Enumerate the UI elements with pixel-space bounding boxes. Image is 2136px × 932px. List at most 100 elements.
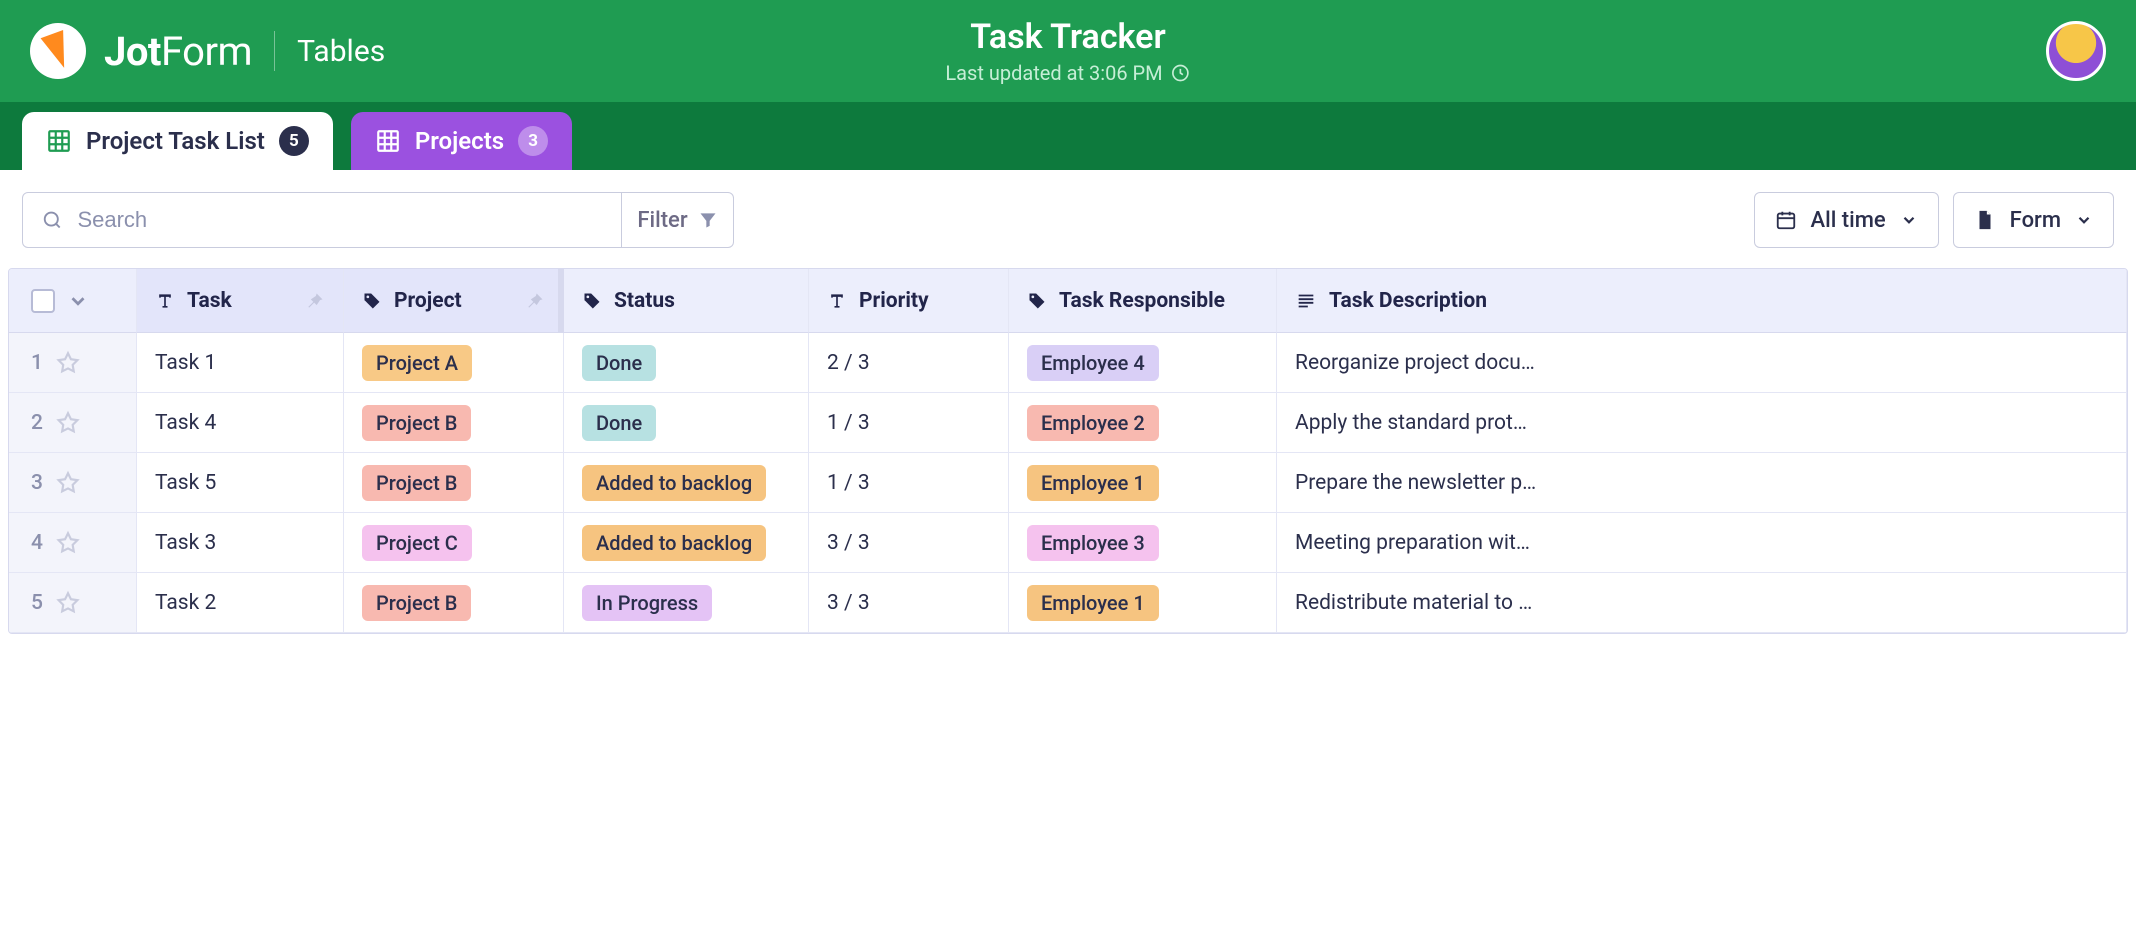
- project-cell[interactable]: Project C: [344, 513, 564, 573]
- row-index-cell[interactable]: 1: [9, 333, 137, 393]
- tag[interactable]: Employee 1: [1027, 465, 1159, 501]
- select-all-checkbox[interactable]: [31, 289, 55, 313]
- pencil-icon: [30, 23, 86, 79]
- tab-projects[interactable]: Projects 3: [351, 112, 572, 170]
- project-cell[interactable]: Project B: [344, 573, 564, 633]
- project-cell[interactable]: Project A: [344, 333, 564, 393]
- pin-icon[interactable]: [305, 291, 325, 311]
- tag[interactable]: Done: [582, 345, 656, 381]
- tab-badge: 5: [279, 126, 309, 156]
- column-header-project[interactable]: Project: [344, 269, 564, 333]
- project-cell[interactable]: Project B: [344, 393, 564, 453]
- task-cell[interactable]: Task 5: [137, 453, 344, 513]
- product-label[interactable]: Tables: [297, 34, 385, 69]
- table-row[interactable]: 3 Task 5 Project B Added to backlog 1 / …: [9, 453, 2127, 513]
- tag-icon: [582, 291, 602, 311]
- divider: [274, 31, 275, 71]
- tab-label: Project Task List: [86, 127, 265, 155]
- chevron-down-icon[interactable]: [67, 290, 89, 312]
- description-cell[interactable]: Reorganize project docu…: [1277, 333, 2127, 393]
- pin-icon[interactable]: [525, 291, 545, 311]
- filter-button[interactable]: Filter: [622, 192, 734, 248]
- status-cell[interactable]: Added to backlog: [564, 513, 809, 573]
- tag[interactable]: Employee 4: [1027, 345, 1159, 381]
- row-index-cell[interactable]: 4: [9, 513, 137, 573]
- form-button[interactable]: Form: [1953, 192, 2114, 248]
- column-header-status[interactable]: Status: [564, 269, 809, 333]
- search-input[interactable]: [77, 207, 603, 233]
- description-cell[interactable]: Apply the standard prot…: [1277, 393, 2127, 453]
- tag[interactable]: Done: [582, 405, 656, 441]
- tag[interactable]: Project B: [362, 585, 471, 621]
- status-cell[interactable]: In Progress: [564, 573, 809, 633]
- star-icon[interactable]: [55, 530, 81, 556]
- select-all-cell[interactable]: [9, 269, 137, 333]
- calendar-icon: [1775, 209, 1797, 231]
- funnel-icon: [698, 210, 718, 230]
- tag[interactable]: Project B: [362, 405, 471, 441]
- task-cell[interactable]: Task 2: [137, 573, 344, 633]
- responsible-cell[interactable]: Employee 1: [1009, 453, 1277, 513]
- responsible-cell[interactable]: Employee 4: [1009, 333, 1277, 393]
- task-cell[interactable]: Task 4: [137, 393, 344, 453]
- row-index-cell[interactable]: 3: [9, 453, 137, 513]
- responsible-cell[interactable]: Employee 1: [1009, 573, 1277, 633]
- page-title: Task Tracker: [945, 17, 1190, 57]
- task-cell[interactable]: Task 1: [137, 333, 344, 393]
- table-row[interactable]: 1 Task 1 Project A Done 2 / 3 Employee 4…: [9, 333, 2127, 393]
- responsible-cell[interactable]: Employee 3: [1009, 513, 1277, 573]
- tag[interactable]: In Progress: [582, 585, 712, 621]
- star-icon[interactable]: [55, 590, 81, 616]
- tag[interactable]: Project A: [362, 345, 472, 381]
- table-row[interactable]: 5 Task 2 Project B In Progress 3 / 3 Emp…: [9, 573, 2127, 633]
- longtext-icon: [1295, 290, 1317, 312]
- table-row[interactable]: 4 Task 3 Project C Added to backlog 3 / …: [9, 513, 2127, 573]
- description-cell[interactable]: Meeting preparation wit…: [1277, 513, 2127, 573]
- priority-cell[interactable]: 1 / 3: [809, 453, 1009, 513]
- priority-cell[interactable]: 2 / 3: [809, 333, 1009, 393]
- tag-icon: [362, 291, 382, 311]
- priority-cell[interactable]: 3 / 3: [809, 513, 1009, 573]
- tag[interactable]: Added to backlog: [582, 465, 766, 501]
- column-header-responsible[interactable]: Task Responsible: [1009, 269, 1277, 333]
- tab-project-task-list[interactable]: Project Task List 5: [22, 112, 333, 170]
- row-number: 5: [31, 591, 43, 615]
- tag[interactable]: Employee 1: [1027, 585, 1159, 621]
- avatar[interactable]: [2046, 21, 2106, 81]
- project-cell[interactable]: Project B: [344, 453, 564, 513]
- tag[interactable]: Project B: [362, 465, 471, 501]
- toolbar: Filter All time Form: [0, 170, 2136, 268]
- tag[interactable]: Employee 3: [1027, 525, 1159, 561]
- task-cell[interactable]: Task 3: [137, 513, 344, 573]
- logo-text: JotForm: [104, 28, 252, 75]
- responsible-cell[interactable]: Employee 2: [1009, 393, 1277, 453]
- search-input-wrapper[interactable]: [22, 192, 622, 248]
- star-icon[interactable]: [55, 350, 81, 376]
- text-icon: [827, 291, 847, 311]
- column-header-description[interactable]: Task Description: [1277, 269, 2127, 333]
- data-table: Task Project Status Priority Task Respon…: [8, 268, 2128, 634]
- row-index-cell[interactable]: 5: [9, 573, 137, 633]
- table-row[interactable]: 2 Task 4 Project B Done 1 / 3 Employee 2…: [9, 393, 2127, 453]
- status-cell[interactable]: Done: [564, 333, 809, 393]
- tab-badge: 3: [518, 126, 548, 156]
- column-header-priority[interactable]: Priority: [809, 269, 1009, 333]
- status-cell[interactable]: Done: [564, 393, 809, 453]
- row-index-cell[interactable]: 2: [9, 393, 137, 453]
- star-icon[interactable]: [55, 470, 81, 496]
- logo[interactable]: JotForm: [30, 23, 252, 79]
- priority-cell[interactable]: 1 / 3: [809, 393, 1009, 453]
- status-cell[interactable]: Added to backlog: [564, 453, 809, 513]
- star-icon[interactable]: [55, 410, 81, 436]
- tag[interactable]: Employee 2: [1027, 405, 1159, 441]
- description-cell[interactable]: Prepare the newsletter p…: [1277, 453, 2127, 513]
- tab-label: Projects: [415, 127, 504, 155]
- table-header-row: Task Project Status Priority Task Respon…: [9, 269, 2127, 333]
- priority-cell[interactable]: 3 / 3: [809, 573, 1009, 633]
- column-header-task[interactable]: Task: [137, 269, 344, 333]
- tab-bar: Project Task List 5 Projects 3: [0, 102, 2136, 170]
- tag[interactable]: Project C: [362, 525, 472, 561]
- time-range-button[interactable]: All time: [1754, 192, 1939, 248]
- tag[interactable]: Added to backlog: [582, 525, 766, 561]
- description-cell[interactable]: Redistribute material to …: [1277, 573, 2127, 633]
